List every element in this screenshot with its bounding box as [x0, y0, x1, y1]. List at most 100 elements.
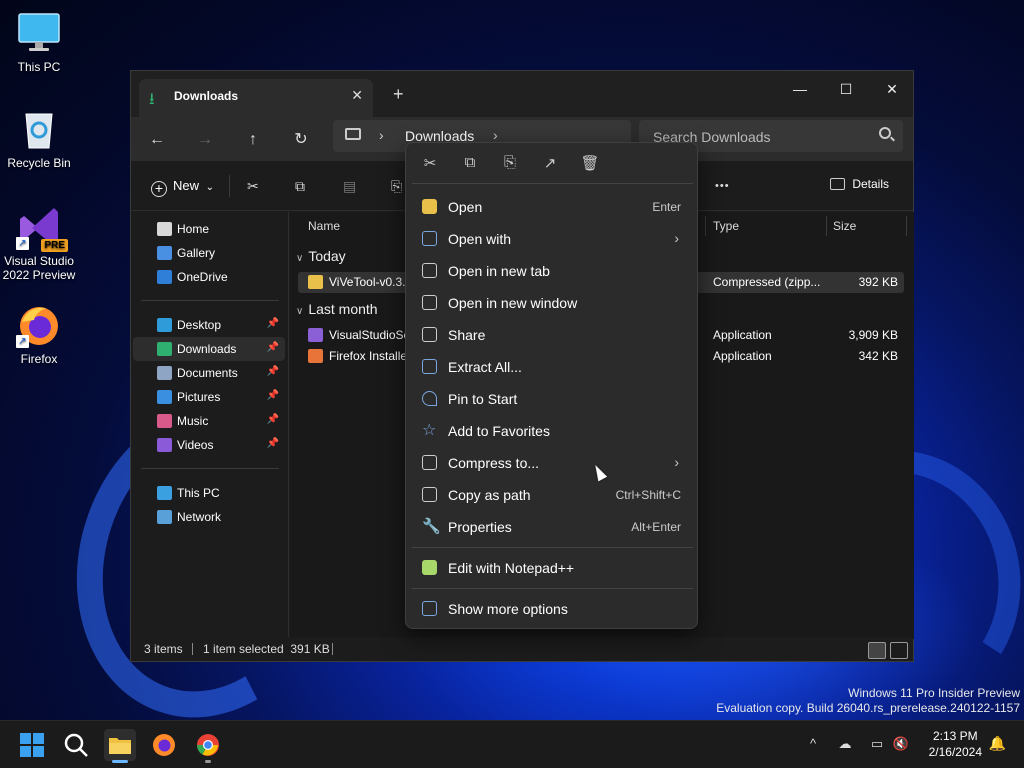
more-options-button[interactable]: ••• — [715, 174, 730, 198]
system-clock[interactable]: 2:13 PM 2/16/2024 — [929, 728, 982, 760]
back-button[interactable]: ← — [143, 126, 171, 154]
menu-item-label: Pin to Start — [448, 391, 518, 407]
column-divider[interactable] — [705, 216, 706, 236]
details-pane-button[interactable]: Details — [830, 177, 889, 191]
menu-item-open-with[interactable]: Open with › — [412, 223, 693, 255]
menu-item-properties[interactable]: 🔧 Properties Alt+Enter — [412, 511, 693, 543]
rename-icon[interactable]: ⎘ — [498, 154, 522, 174]
file-name: Firefox Installer — [329, 349, 407, 363]
menu-item-compress-to[interactable]: Compress to... › — [412, 447, 693, 479]
sidebar-item-music[interactable]: Music 📌 — [133, 409, 285, 433]
copy-icon[interactable]: ⧉ — [458, 154, 482, 174]
sidebar-item-home[interactable]: Home — [133, 217, 285, 241]
menu-item-show-more-options[interactable]: Show more options — [412, 593, 693, 625]
minimize-button[interactable]: — — [777, 75, 823, 103]
monitor-icon — [16, 10, 62, 56]
cut-icon[interactable]: ✂ — [418, 154, 442, 174]
taskbar-file-explorer[interactable] — [104, 729, 136, 763]
taskbar-firefox[interactable] — [148, 729, 180, 761]
volume-muted-icon[interactable]: 🔇 — [892, 736, 910, 754]
refresh-button[interactable]: ↻ — [287, 126, 315, 154]
open-with-icon — [422, 231, 437, 246]
paste-button[interactable]: ▤ — [343, 174, 356, 198]
file-size: 342 KB — [858, 349, 898, 363]
menu-item-edit-notepad-plus-plus[interactable]: Edit with Notepad++ — [412, 552, 693, 584]
taskbar-chrome[interactable] — [192, 729, 224, 763]
tiles-view-button[interactable] — [890, 642, 908, 659]
search-icon — [64, 733, 88, 757]
group-header-last-month[interactable]: ∨ Last month — [296, 301, 378, 317]
cut-button[interactable]: ✂ — [247, 174, 259, 198]
sidebar-item-videos[interactable]: Videos 📌 — [133, 433, 285, 457]
navigation-pane: Home Gallery OneDrive Desktop 📌 Download… — [131, 212, 289, 639]
sidebar-item-label: Home — [177, 222, 210, 236]
new-tab-button[interactable]: + — [393, 84, 404, 105]
network-icon[interactable]: ▭ — [868, 736, 886, 754]
column-divider[interactable] — [906, 216, 907, 236]
show-hidden-icons-button[interactable]: ^ — [804, 736, 822, 754]
folder-icon — [109, 738, 131, 754]
maximize-button[interactable]: ☐ — [823, 75, 869, 103]
menu-item-add-to-favorites[interactable]: ☆ Add to Favorites — [412, 415, 693, 447]
breadcrumb-chevron-icon[interactable]: › — [493, 127, 498, 143]
shortcut-text: Enter — [652, 200, 681, 214]
sidebar-item-pictures[interactable]: Pictures 📌 — [133, 385, 285, 409]
group-header-today[interactable]: ∨ Today — [296, 248, 346, 264]
search-button[interactable] — [60, 729, 92, 761]
rename-button[interactable]: ⎘ — [391, 174, 402, 198]
notification-bell-icon[interactable]: 🔔 — [989, 735, 1006, 752]
menu-item-open-new-tab[interactable]: Open in new tab — [412, 255, 693, 287]
chevron-down-icon: ⌄ — [205, 182, 215, 193]
group-label: Last month — [308, 301, 378, 317]
copy-button[interactable]: ⧉ — [295, 174, 305, 198]
network-icon — [157, 510, 172, 524]
pin-icon: 📌 — [266, 366, 279, 377]
desktop-icon-recycle-bin[interactable]: Recycle Bin — [0, 106, 78, 170]
close-window-button[interactable]: ✕ — [869, 75, 915, 103]
share-icon — [422, 327, 437, 342]
context-menu: ✂ ⧉ ⎘ ↗ 🗑 Open Enter Open with › Open in… — [405, 142, 698, 629]
desktop-icon-firefox[interactable]: ↗ Firefox — [0, 302, 78, 366]
up-button[interactable]: ↑ — [239, 126, 267, 154]
column-header-type[interactable]: Type — [713, 212, 739, 240]
pin-icon — [422, 391, 437, 406]
column-header-size[interactable]: Size — [833, 212, 856, 240]
file-size: 3,909 KB — [848, 328, 898, 342]
menu-item-open[interactable]: Open Enter — [412, 191, 693, 223]
monitor-icon — [157, 486, 172, 500]
sidebar-item-gallery[interactable]: Gallery — [133, 241, 285, 265]
compress-icon — [422, 455, 437, 470]
forward-button[interactable]: → — [191, 126, 219, 154]
tab-downloads[interactable]: ⭳ Downloads ✕ — [139, 79, 373, 117]
onedrive-offline-icon[interactable]: ☁ — [836, 736, 854, 754]
desktop-icon-visual-studio[interactable]: PRE ↗ Visual Studio 2022 Preview — [0, 204, 78, 282]
desktop-icon-this-pc[interactable]: This PC — [0, 10, 78, 74]
menu-item-copy-as-path[interactable]: Copy as path Ctrl+Shift+C — [412, 479, 693, 511]
menu-item-extract-all[interactable]: Extract All... — [412, 351, 693, 383]
menu-item-label: Open with — [448, 231, 512, 247]
new-button[interactable]: + New ⌄ — [151, 174, 214, 198]
shortcut-text: Ctrl+Shift+C — [615, 488, 681, 502]
menu-item-pin-to-start[interactable]: Pin to Start — [412, 383, 693, 415]
delete-icon[interactable]: 🗑 — [578, 154, 602, 174]
sidebar-item-documents[interactable]: Documents 📌 — [133, 361, 285, 385]
sidebar-item-onedrive[interactable]: OneDrive — [133, 265, 285, 289]
menu-item-share[interactable]: Share — [412, 319, 693, 351]
gallery-icon — [157, 246, 172, 260]
sidebar-item-label: Desktop — [177, 318, 222, 332]
sidebar-item-network[interactable]: Network — [133, 505, 285, 529]
start-button[interactable] — [16, 729, 48, 761]
pin-icon: 📌 — [266, 390, 279, 401]
details-view-button[interactable] — [868, 642, 886, 659]
sidebar-item-desktop[interactable]: Desktop 📌 — [133, 313, 285, 337]
share-icon[interactable]: ↗ — [538, 154, 562, 174]
sidebar-item-this-pc[interactable]: This PC — [133, 481, 285, 505]
tab-close-icon[interactable]: ✕ — [351, 87, 363, 104]
search-icon — [879, 127, 891, 139]
column-divider[interactable] — [826, 216, 827, 236]
breadcrumb-chevron-icon[interactable]: › — [379, 127, 384, 143]
menu-item-open-new-window[interactable]: Open in new window — [412, 287, 693, 319]
column-header-name[interactable]: Name — [308, 212, 340, 240]
evaluation-watermark: Windows 11 Pro Insider Preview Evaluatio… — [716, 686, 1020, 716]
sidebar-item-downloads[interactable]: Downloads 📌 — [133, 337, 285, 361]
